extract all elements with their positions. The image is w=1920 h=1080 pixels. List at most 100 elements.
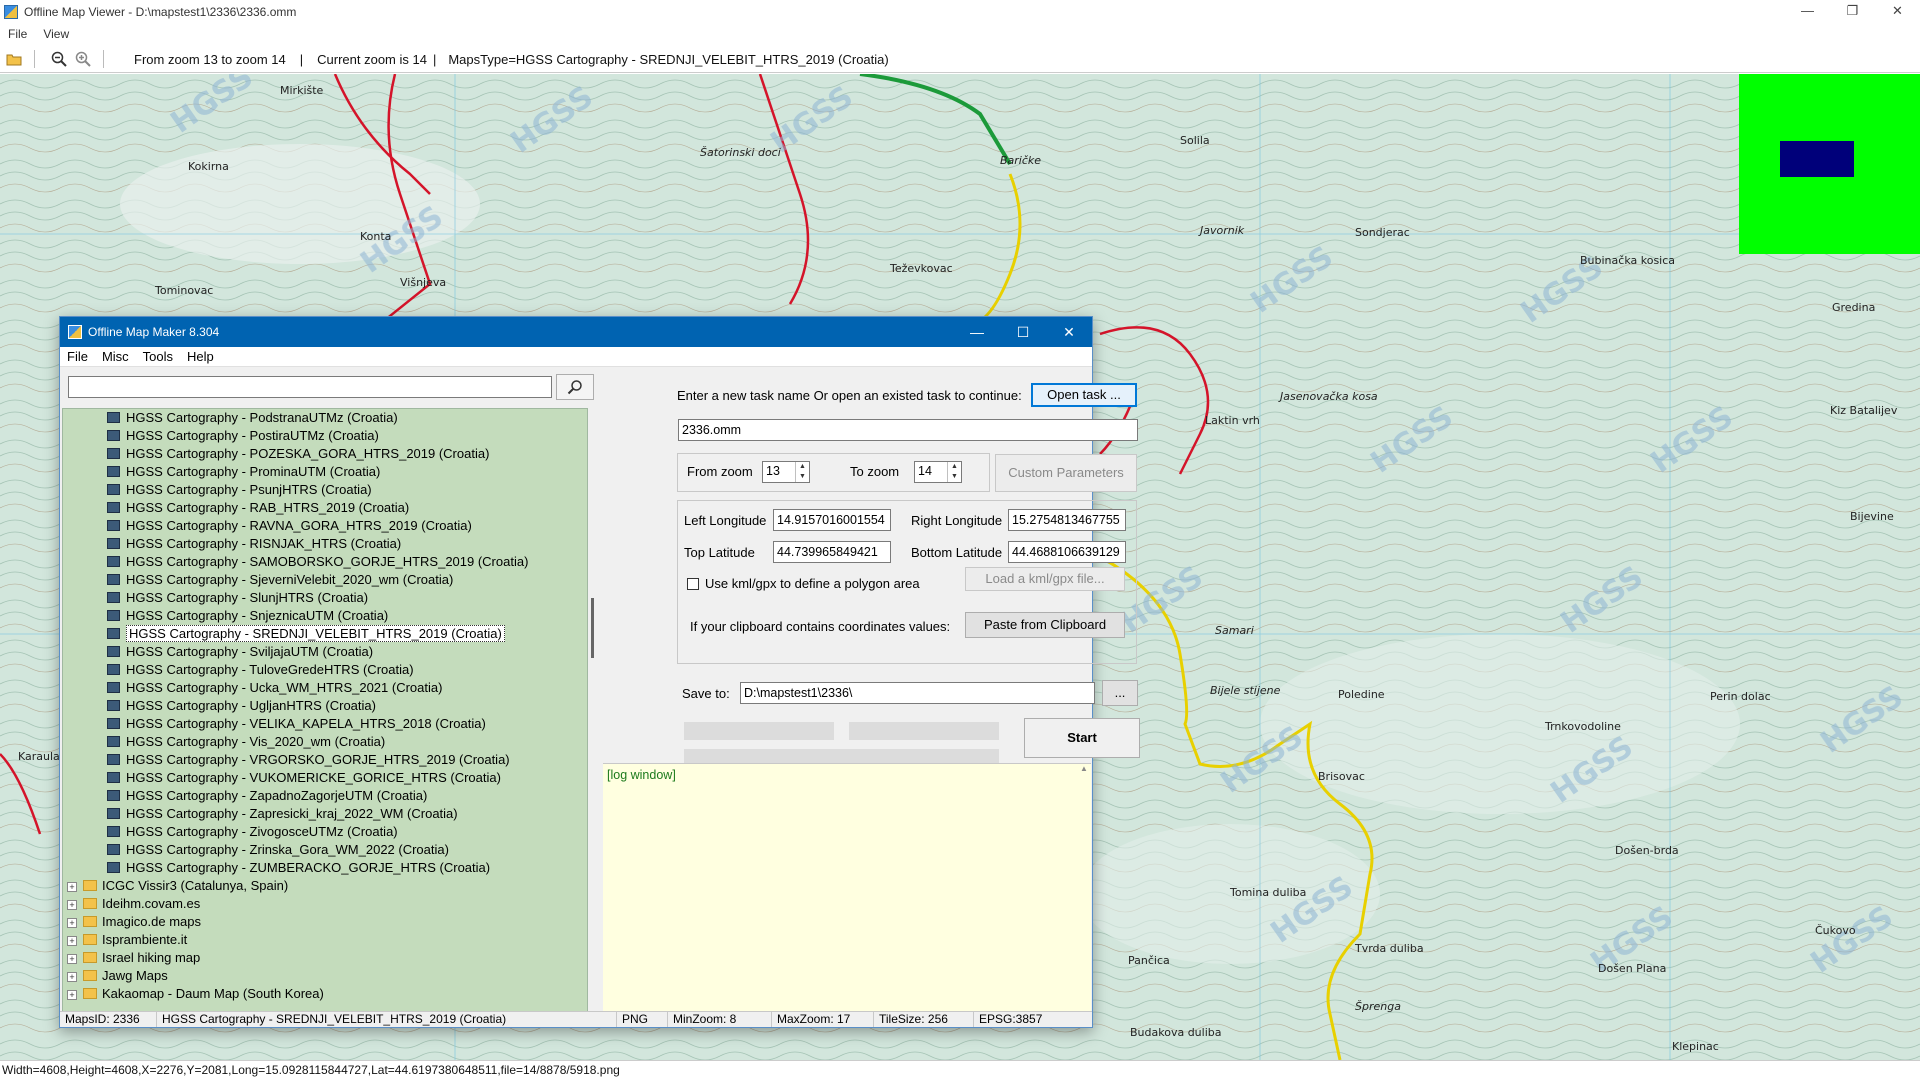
minimap-viewport[interactable] [1780, 141, 1854, 177]
tree-map-item[interactable]: HGSS Cartography - SAMOBORSKO_GORJE_HTRS… [63, 553, 587, 571]
tree-map-item[interactable]: HGSS Cartography - UgljanHTRS (Croatia) [63, 697, 587, 715]
tree-folder-item[interactable]: + Ideihm.covam.es [63, 895, 587, 913]
to-zoom-stepper[interactable]: 14 ▲ ▼ [914, 461, 962, 483]
dialog-menu-tools[interactable]: Tools [136, 349, 180, 364]
tree-item-label: HGSS Cartography - RAB_HTRS_2019 (Croati… [126, 500, 410, 515]
expand-icon[interactable]: + [67, 990, 77, 1000]
map-tile-icon [107, 628, 120, 639]
tree-map-item[interactable]: HGSS Cartography - RISNJAK_HTRS (Croatia… [63, 535, 587, 553]
tree-map-item[interactable]: HGSS Cartography - PodstranaUTMz (Croati… [63, 409, 587, 427]
spin-arrows-icon[interactable]: ▲ ▼ [947, 462, 961, 482]
svg-text:Konta: Konta [360, 230, 391, 243]
menu-view[interactable]: View [35, 27, 77, 41]
map-tile-icon [107, 448, 120, 459]
log-window[interactable]: [log window] ▲ [603, 763, 1091, 1013]
scrollbar-thumb[interactable] [591, 598, 594, 658]
zoom-out-icon[interactable] [49, 49, 69, 69]
tree-map-item[interactable]: HGSS Cartography - Zrinska_Gora_WM_2022 … [63, 841, 587, 859]
tree-map-item[interactable]: HGSS Cartography - Vis_2020_wm (Croatia) [63, 733, 587, 751]
from-zoom-stepper[interactable]: 13 ▲ ▼ [762, 461, 810, 483]
tree-map-item[interactable]: HGSS Cartography - PostiraUTMz (Croatia) [63, 427, 587, 445]
tree-item-label: HGSS Cartography - SREDNJI_VELEBIT_HTRS_… [126, 625, 505, 642]
bottom-latitude-label: Bottom Latitude [911, 545, 1003, 560]
tree-map-item[interactable]: HGSS Cartography - Zapresicki_kraj_2022_… [63, 805, 587, 823]
tree-map-item[interactable]: HGSS Cartography - SjeverniVelebit_2020_… [63, 571, 587, 589]
expand-icon[interactable]: + [67, 972, 77, 982]
tree-map-item[interactable]: HGSS Cartography - VRGORSKO_GORJE_HTRS_2… [63, 751, 587, 769]
dialog-menu-help[interactable]: Help [180, 349, 221, 364]
minimize-icon[interactable]: — [1785, 0, 1830, 24]
tree-folder-label: Ideihm.covam.es [102, 896, 201, 911]
custom-parameters-button[interactable]: Custom Parameters [995, 454, 1137, 492]
tree-map-item[interactable]: HGSS Cartography - SlunjHTRS (Croatia) [63, 589, 587, 607]
open-task-button[interactable]: Open task ... [1031, 383, 1137, 407]
tree-folder-item[interactable]: + ICGC Vissir3 (Catalunya, Spain) [63, 877, 587, 895]
status-max-zoom: MaxZoom: 17 [772, 1012, 874, 1027]
tree-map-item[interactable]: HGSS Cartography - RAB_HTRS_2019 (Croati… [63, 499, 587, 517]
start-button[interactable]: Start [1024, 718, 1140, 758]
expand-icon[interactable]: + [67, 936, 77, 946]
tree-map-item[interactable]: HGSS Cartography - SnjeznicaUTM (Croatia… [63, 607, 587, 625]
svg-text:Gredina: Gredina [1832, 301, 1875, 314]
tree-map-item[interactable]: HGSS Cartography - PsunjHTRS (Croatia) [63, 481, 587, 499]
top-latitude-label: Top Latitude [684, 545, 755, 560]
maps-search-input[interactable] [68, 376, 552, 398]
tree-map-item[interactable]: HGSS Cartography - ZapadnoZagorjeUTM (Cr… [63, 787, 587, 805]
dialog-menu-misc[interactable]: Misc [95, 349, 136, 364]
paste-clipboard-button[interactable]: Paste from Clipboard [965, 612, 1125, 638]
browse-button[interactable]: ... [1102, 680, 1138, 706]
dialog-menu-file[interactable]: File [60, 349, 95, 364]
tree-map-item[interactable]: HGSS Cartography - ZUMBERACKO_GORJE_HTRS… [63, 859, 587, 877]
save-to-field[interactable]: D:\mapstest1\2336\ [740, 682, 1095, 704]
expand-icon[interactable]: + [67, 900, 77, 910]
top-latitude-field[interactable]: 44.739965849421 [773, 541, 891, 563]
minimize-icon[interactable]: — [954, 317, 1000, 347]
search-button[interactable] [556, 374, 594, 400]
tree-folder-item[interactable]: + Israel hiking map [63, 949, 587, 967]
tree-map-item[interactable]: HGSS Cartography - SREDNJI_VELEBIT_HTRS_… [63, 625, 587, 643]
minimap[interactable] [1739, 74, 1920, 254]
close-icon[interactable]: ✕ [1875, 0, 1920, 24]
bottom-latitude-field[interactable]: 44.4688106639129 [1008, 541, 1126, 563]
toolbar-separator [103, 50, 104, 68]
svg-text:Višnjeva: Višnjeva [400, 276, 446, 289]
spin-arrows-icon[interactable]: ▲ ▼ [795, 462, 809, 482]
tree-folder-item[interactable]: + Imagico.de maps [63, 913, 587, 931]
expand-icon[interactable]: + [67, 954, 77, 964]
tree-map-item[interactable]: HGSS Cartography - VELIKA_KAPELA_HTRS_20… [63, 715, 587, 733]
expand-icon[interactable]: + [67, 882, 77, 892]
tree-folder-item[interactable]: + Isprambiente.it [63, 931, 587, 949]
tree-item-label: HGSS Cartography - SlunjHTRS (Croatia) [126, 590, 369, 605]
map-tile-icon [107, 736, 120, 747]
svg-text:Laktin vrh: Laktin vrh [1205, 414, 1260, 427]
left-longitude-field[interactable]: 14.9157016001554 [773, 509, 891, 531]
map-tile-icon [107, 430, 120, 441]
expand-icon[interactable]: + [67, 918, 77, 928]
tree-map-item[interactable]: HGSS Cartography - Ucka_WM_HTRS_2021 (Cr… [63, 679, 587, 697]
zoom-in-icon[interactable] [73, 49, 93, 69]
tree-map-item[interactable]: HGSS Cartography - TuloveGredeHTRS (Croa… [63, 661, 587, 679]
tree-map-item[interactable]: HGSS Cartography - POZESKA_GORA_HTRS_201… [63, 445, 587, 463]
tree-map-item[interactable]: HGSS Cartography - VUKOMERICKE_GORICE_HT… [63, 769, 587, 787]
log-scrollbar[interactable]: ▲ [1077, 764, 1091, 1014]
menu-file[interactable]: File [0, 27, 35, 41]
open-folder-icon[interactable] [4, 49, 24, 69]
tree-map-item[interactable]: HGSS Cartography - SviljajaUTM (Croatia) [63, 643, 587, 661]
svg-text:Baričke: Baričke [1000, 154, 1041, 167]
task-name-field[interactable]: 2336.omm [678, 419, 1138, 441]
load-kml-button[interactable]: Load a kml/gpx file... [965, 567, 1125, 591]
maps-tree[interactable]: HGSS Cartography - PodstranaUTMz (Croati… [62, 408, 588, 1013]
right-longitude-field[interactable]: 15.2754813467755 [1008, 509, 1126, 531]
tree-scrollbar[interactable] [588, 408, 598, 1013]
svg-text:Poledine: Poledine [1338, 688, 1385, 701]
status-map-name: HGSS Cartography - SREDNJI_VELEBIT_HTRS_… [157, 1012, 617, 1027]
tree-map-item[interactable]: HGSS Cartography - ProminaUTM (Croatia) [63, 463, 587, 481]
tree-map-item[interactable]: HGSS Cartography - ZivogosceUTMz (Croati… [63, 823, 587, 841]
tree-folder-item[interactable]: + Kakaomap - Daum Map (South Korea) [63, 985, 587, 1003]
close-icon[interactable]: ✕ [1046, 317, 1092, 347]
restore-icon[interactable]: ❐ [1830, 0, 1875, 24]
maximize-icon[interactable]: ☐ [1000, 317, 1046, 347]
tree-map-item[interactable]: HGSS Cartography - RAVNA_GORA_HTRS_2019 … [63, 517, 587, 535]
kml-polygon-checkbox[interactable] [687, 578, 699, 590]
tree-folder-item[interactable]: + Jawg Maps [63, 967, 587, 985]
